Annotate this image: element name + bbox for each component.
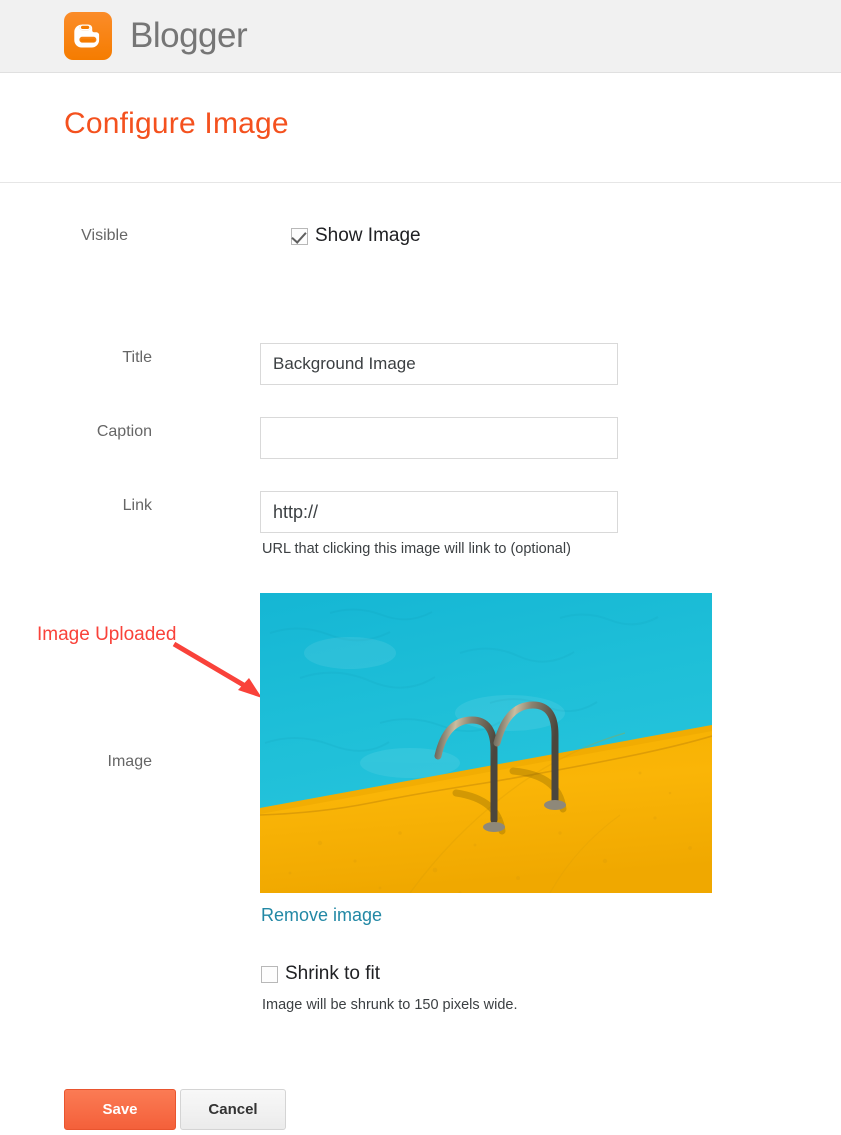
show-image-checkbox-row[interactable]: Show Image xyxy=(291,225,421,247)
shrink-help-text: Image will be shrunk to 150 pixels wide. xyxy=(262,997,518,1013)
brand-wordmark: Blogger xyxy=(130,16,248,55)
shrink-to-fit-label: Shrink to fit xyxy=(285,963,381,984)
caption-input[interactable] xyxy=(260,417,618,459)
remove-image-link[interactable]: Remove image xyxy=(261,905,382,926)
shrink-to-fit-checkbox[interactable] xyxy=(261,965,278,983)
page-title: Configure Image xyxy=(64,107,289,140)
image-preview[interactable] xyxy=(260,593,712,893)
show-image-checkbox[interactable] xyxy=(291,227,308,245)
link-input[interactable] xyxy=(260,491,618,533)
save-button[interactable]: Save xyxy=(64,1089,176,1130)
annotation-label: Image Uploaded xyxy=(37,624,177,645)
cancel-button[interactable]: Cancel xyxy=(180,1089,286,1130)
title-input[interactable] xyxy=(260,343,618,385)
brand[interactable]: Blogger xyxy=(64,12,248,60)
title-label: Title xyxy=(122,349,152,366)
link-label: Link xyxy=(122,497,152,514)
image-label: Image xyxy=(107,753,152,770)
caption-label: Caption xyxy=(96,423,152,440)
app-header: Blogger xyxy=(0,0,841,73)
shrink-to-fit-checkbox-row[interactable]: Shrink to fit xyxy=(261,963,380,985)
visible-label: Visible xyxy=(81,227,128,244)
title-divider xyxy=(0,182,841,183)
link-help-text: URL that clicking this image will link t… xyxy=(262,541,571,557)
blogger-b-icon xyxy=(64,12,112,60)
show-image-label: Show Image xyxy=(315,225,421,246)
